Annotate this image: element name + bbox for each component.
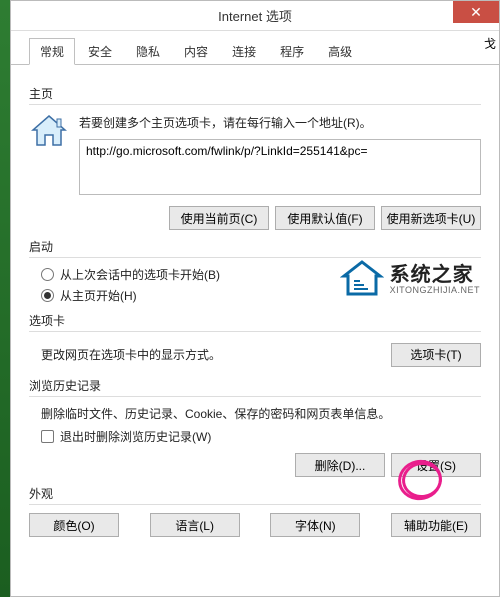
tab-general[interactable]: 常规 [29, 38, 75, 65]
section-history-label: 浏览历史记录 [29, 377, 481, 394]
radio-label: 从上次会话中的选项卡开始(B) [60, 266, 220, 283]
appearance-buttons-row: 颜色(O) 语言(L) 字体(N) 辅助功能(E) [29, 513, 481, 537]
languages-button[interactable]: 语言(L) [150, 513, 240, 537]
tabs-settings-button[interactable]: 选项卡(T) [391, 343, 481, 367]
section-home-label: 主页 [29, 85, 481, 102]
tab-privacy[interactable]: 隐私 [125, 38, 171, 64]
section-appearance-label: 外观 [29, 485, 481, 502]
use-default-button[interactable]: 使用默认值(F) [275, 206, 375, 230]
fonts-button[interactable]: 字体(N) [270, 513, 360, 537]
tabs-row: 更改网页在选项卡中的显示方式。 选项卡(T) [29, 340, 481, 369]
close-icon: ✕ [470, 4, 482, 21]
radio-icon [41, 289, 54, 302]
history-buttons-row: 删除(D)... 设置(S) [29, 453, 481, 477]
section-tabs-label: 选项卡 [29, 312, 481, 329]
radio-label: 从主页开始(H) [60, 287, 137, 304]
divider [29, 396, 481, 397]
checkbox-delete-on-exit[interactable]: 退出时删除浏览历史记录(W) [41, 428, 481, 445]
radio-start-last[interactable]: 从上次会话中的选项卡开始(B) [41, 266, 481, 283]
external-edge [0, 0, 10, 597]
tab-advanced[interactable]: 高级 [317, 38, 363, 64]
history-settings-button[interactable]: 设置(S) [391, 453, 481, 477]
use-newtab-button[interactable]: 使用新选项卡(U) [381, 206, 481, 230]
home-description: 若要创建多个主页选项卡，请在每行输入一个地址(R)。 [79, 113, 481, 133]
radio-start-home[interactable]: 从主页开始(H) [41, 287, 481, 304]
accessibility-button[interactable]: 辅助功能(E) [391, 513, 481, 537]
tab-programs[interactable]: 程序 [269, 38, 315, 64]
section-startup-label: 启动 [29, 238, 481, 255]
tab-content[interactable]: 内容 [173, 38, 219, 64]
window-title: Internet 选项 [218, 6, 292, 25]
close-button[interactable]: ✕ [453, 1, 499, 23]
divider [29, 257, 481, 258]
checkbox-label: 退出时删除浏览历史记录(W) [60, 428, 211, 445]
tabstrip: 常规 安全 隐私 内容 连接 程序 高级 [11, 31, 499, 65]
tab-security[interactable]: 安全 [77, 38, 123, 64]
internet-options-dialog: Internet 选项 ✕ 戈 常规 安全 隐私 内容 连接 程序 高级 主页 … [10, 0, 500, 597]
divider [29, 331, 481, 332]
titlebar: Internet 选项 ✕ [11, 1, 499, 31]
homepage-urls-input[interactable] [79, 139, 481, 195]
history-description: 删除临时文件、历史记录、Cookie、保存的密码和网页表单信息。 [41, 405, 481, 422]
home-icon [29, 113, 69, 149]
colors-button[interactable]: 颜色(O) [29, 513, 119, 537]
use-current-button[interactable]: 使用当前页(C) [169, 206, 269, 230]
tab-panel-general: 主页 若要创建多个主页选项卡，请在每行输入一个地址(R)。 使用当前页(C) 使… [11, 65, 499, 549]
delete-button[interactable]: 删除(D)... [295, 453, 385, 477]
home-buttons-row: 使用当前页(C) 使用默认值(F) 使用新选项卡(U) [29, 206, 481, 230]
home-row: 若要创建多个主页选项卡，请在每行输入一个地址(R)。 [29, 113, 481, 198]
checkbox-icon [41, 430, 54, 443]
divider [29, 104, 481, 105]
radio-icon [41, 268, 54, 281]
tab-connections[interactable]: 连接 [221, 38, 267, 64]
tabs-description: 更改网页在选项卡中的显示方式。 [41, 346, 221, 363]
stray-glyph: 戈 [484, 35, 496, 52]
divider [29, 504, 481, 505]
